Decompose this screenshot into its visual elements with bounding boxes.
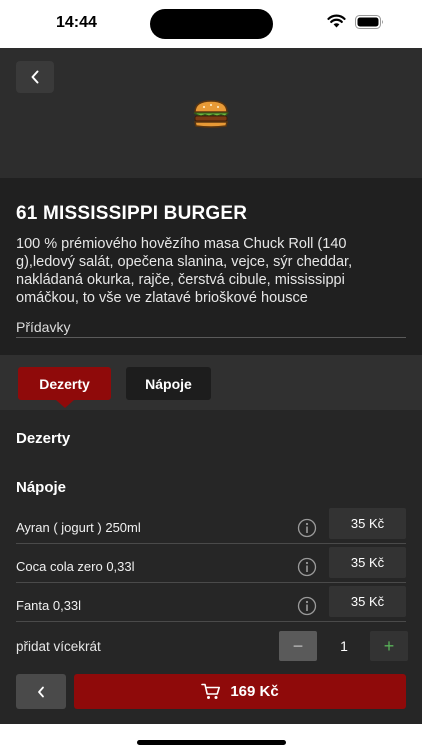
tab-dezerty[interactable]: Dezerty xyxy=(18,367,111,400)
dynamic-island xyxy=(150,9,273,39)
add-to-cart-button[interactable]: 169 Kč xyxy=(74,674,406,709)
cart-total: 169 Kč xyxy=(230,683,279,700)
back-button-bottom[interactable] xyxy=(16,674,66,709)
increase-quantity-button[interactable]: + xyxy=(370,631,408,661)
drink-name: Ayran ( jogurt ) 250ml xyxy=(16,520,141,535)
extras-label: Přídavky xyxy=(16,319,71,335)
active-tab-indicator xyxy=(56,400,74,408)
burger-icon xyxy=(193,100,230,128)
drink-row: Ayran ( jogurt ) 250ml 35 Kč xyxy=(0,508,422,547)
drink-name: Coca cola zero 0,33l xyxy=(16,559,135,574)
product-header xyxy=(0,48,422,178)
chevron-left-icon xyxy=(38,686,44,697)
drink-row: Coca cola zero 0,33l 35 Kč xyxy=(0,547,422,586)
info-icon[interactable] xyxy=(297,596,317,616)
info-icon[interactable] xyxy=(297,557,317,577)
tab-napoje[interactable]: Nápoje xyxy=(126,367,211,400)
row-divider xyxy=(16,543,406,544)
add-drink-price-button[interactable]: 35 Kč xyxy=(329,586,406,617)
section-title-dezerty: Dezerty xyxy=(16,430,71,447)
add-drink-price-button[interactable]: 35 Kč xyxy=(329,508,406,539)
wifi-icon xyxy=(327,14,346,28)
product-info: 61 MISSISSIPPI BURGER 100 % prémiového h… xyxy=(0,178,422,355)
add-drink-price-button[interactable]: 35 Kč xyxy=(329,547,406,578)
decrease-quantity-button[interactable]: − xyxy=(279,631,317,661)
home-indicator[interactable] xyxy=(137,740,286,745)
row-divider xyxy=(16,621,406,622)
info-icon[interactable] xyxy=(297,518,317,538)
quantity-value: 1 xyxy=(340,638,348,654)
cart-icon xyxy=(201,683,221,699)
status-time: 14:44 xyxy=(56,14,97,31)
category-tabs: Dezerty Nápoje xyxy=(0,355,422,410)
section-title-napoje: Nápoje xyxy=(16,479,67,496)
row-divider xyxy=(16,582,406,583)
extras-content: Dezerty Nápoje Ayran ( jogurt ) 250ml 35… xyxy=(0,410,422,724)
drink-name: Fanta 0,33l xyxy=(16,598,82,613)
drink-row: Fanta 0,33l 35 Kč xyxy=(0,586,422,625)
back-button[interactable] xyxy=(16,61,54,93)
product-title: 61 MISSISSIPPI BURGER xyxy=(16,203,248,224)
status-bar: 14:44 xyxy=(0,0,422,48)
chevron-left-icon xyxy=(31,70,39,84)
extras-divider xyxy=(16,337,406,338)
battery-icon xyxy=(355,15,383,29)
home-indicator-area xyxy=(0,724,422,750)
product-description: 100 % prémiového hovězího masa Chuck Rol… xyxy=(16,236,353,306)
quantity-label: přidat vícekrát xyxy=(16,639,101,654)
